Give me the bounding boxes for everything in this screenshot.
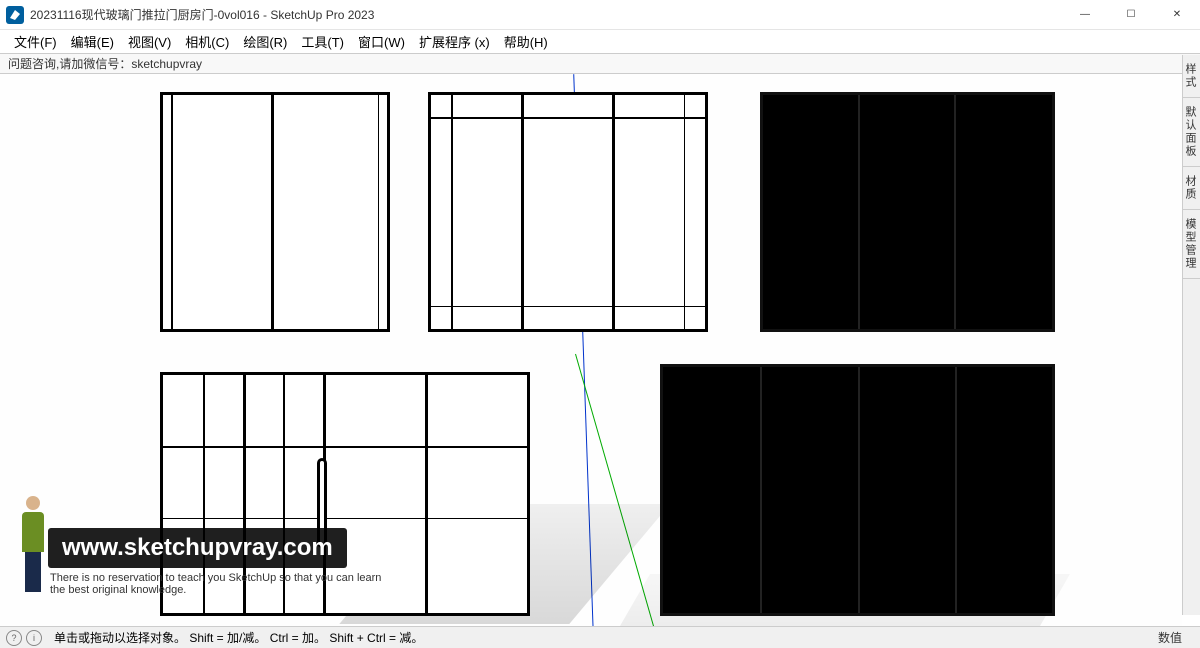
help-icon[interactable]: ? (6, 630, 22, 646)
minimize-button[interactable]: — (1062, 0, 1108, 30)
menu-window[interactable]: 窗口(W) (352, 30, 411, 53)
menu-extensions[interactable]: 扩展程序 (x) (413, 30, 496, 53)
maximize-button[interactable]: ☐ (1108, 0, 1154, 30)
info-bar-text: 问题咨询,请加微信号：sketchupvray (8, 55, 202, 72)
door-model-2[interactable] (428, 92, 708, 332)
titlebar: 20231116现代玻璃门推拉门厨房门-0vol016 - SketchUp P… (0, 0, 1200, 30)
menu-camera[interactable]: 相机(C) (179, 30, 235, 53)
watermark-subtitle: There is no reservation to teach you Ske… (50, 572, 430, 596)
info-bar: 问题咨询,请加微信号：sketchupvray (0, 54, 1200, 74)
tab-materials[interactable]: 材质 (1183, 167, 1200, 210)
window-title: 20231116现代玻璃门推拉门厨房门-0vol016 - SketchUp P… (30, 6, 1062, 23)
menubar: 文件(F) 编辑(E) 视图(V) 相机(C) 绘图(R) 工具(T) 窗口(W… (0, 30, 1200, 54)
status-hint: 单击或拖动以选择对象。 Shift = 加/减。 Ctrl = 加。 Shift… (54, 629, 1146, 646)
menu-edit[interactable]: 编辑(E) (65, 30, 120, 53)
menu-draw[interactable]: 绘图(R) (237, 30, 293, 53)
statusbar: ? i 单击或拖动以选择对象。 Shift = 加/减。 Ctrl = 加。 S… (0, 626, 1200, 648)
tab-model-manage[interactable]: 模型管理 (1183, 210, 1200, 279)
tab-styles[interactable]: 样式 (1183, 55, 1200, 98)
window-controls: — ☐ ✕ (1062, 0, 1200, 30)
status-value-label: 数值 (1146, 629, 1194, 646)
menu-file[interactable]: 文件(F) (8, 30, 63, 53)
menu-tools[interactable]: 工具(T) (295, 30, 350, 53)
door-model-1[interactable] (160, 92, 390, 332)
door-model-5[interactable] (660, 364, 1055, 616)
door-model-3[interactable] (760, 92, 1055, 332)
info-icon[interactable]: i (26, 630, 42, 646)
menu-view[interactable]: 视图(V) (122, 30, 177, 53)
viewport[interactable]: www.sketchupvray.com There is no reserva… (0, 74, 1182, 626)
app-icon (6, 6, 24, 24)
side-panel-tabs: 样式 默认面板 材质 模型管理 (1182, 55, 1200, 615)
watermark-url: www.sketchupvray.com (48, 528, 347, 568)
menu-help[interactable]: 帮助(H) (498, 30, 554, 53)
scale-figure (14, 496, 52, 596)
tab-default-tray[interactable]: 默认面板 (1183, 98, 1200, 167)
close-button[interactable]: ✕ (1154, 0, 1200, 30)
